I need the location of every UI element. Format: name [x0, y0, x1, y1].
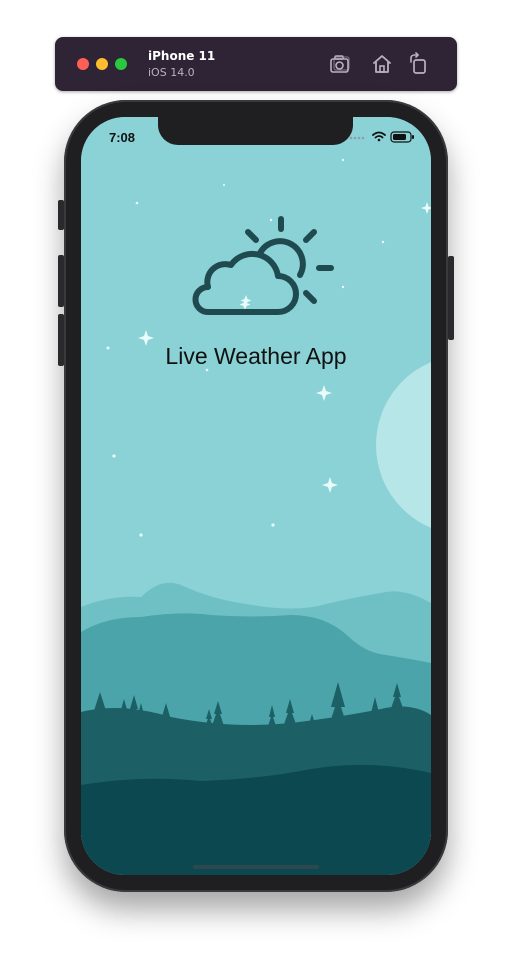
- partly-cloudy-icon: [192, 216, 334, 315]
- home-indicator[interactable]: [193, 865, 319, 869]
- rotate-button[interactable]: [407, 52, 431, 76]
- rotate-icon: [410, 52, 426, 74]
- status-icons: [347, 129, 417, 145]
- app-screen: 7:08 Live Weather App: [81, 117, 431, 875]
- power-button: [448, 256, 454, 340]
- device-notch: [158, 117, 353, 145]
- mute-switch: [58, 200, 64, 230]
- zoom-window-button[interactable]: [115, 58, 127, 70]
- ground-foreground: [81, 764, 431, 875]
- home-button[interactable]: [370, 52, 394, 76]
- home-icon: [373, 55, 391, 73]
- wifi-icon: [372, 131, 386, 142]
- cellular-dots-icon: [349, 136, 365, 140]
- screenshot-button[interactable]: [328, 52, 352, 76]
- minimize-window-button[interactable]: [96, 58, 108, 70]
- close-window-button[interactable]: [77, 58, 89, 70]
- volume-up-button: [58, 255, 64, 307]
- screenshot-icon: [330, 55, 350, 73]
- battery-icon: [390, 131, 414, 143]
- os-version: iOS 14.0: [148, 66, 195, 79]
- volume-down-button: [58, 314, 64, 366]
- app-title: Live Weather App: [165, 343, 347, 369]
- device-name: iPhone 11: [148, 49, 216, 63]
- simulator-toolbar: iPhone 11 iOS 14.0: [55, 37, 457, 91]
- status-time: 7:08: [109, 130, 136, 145]
